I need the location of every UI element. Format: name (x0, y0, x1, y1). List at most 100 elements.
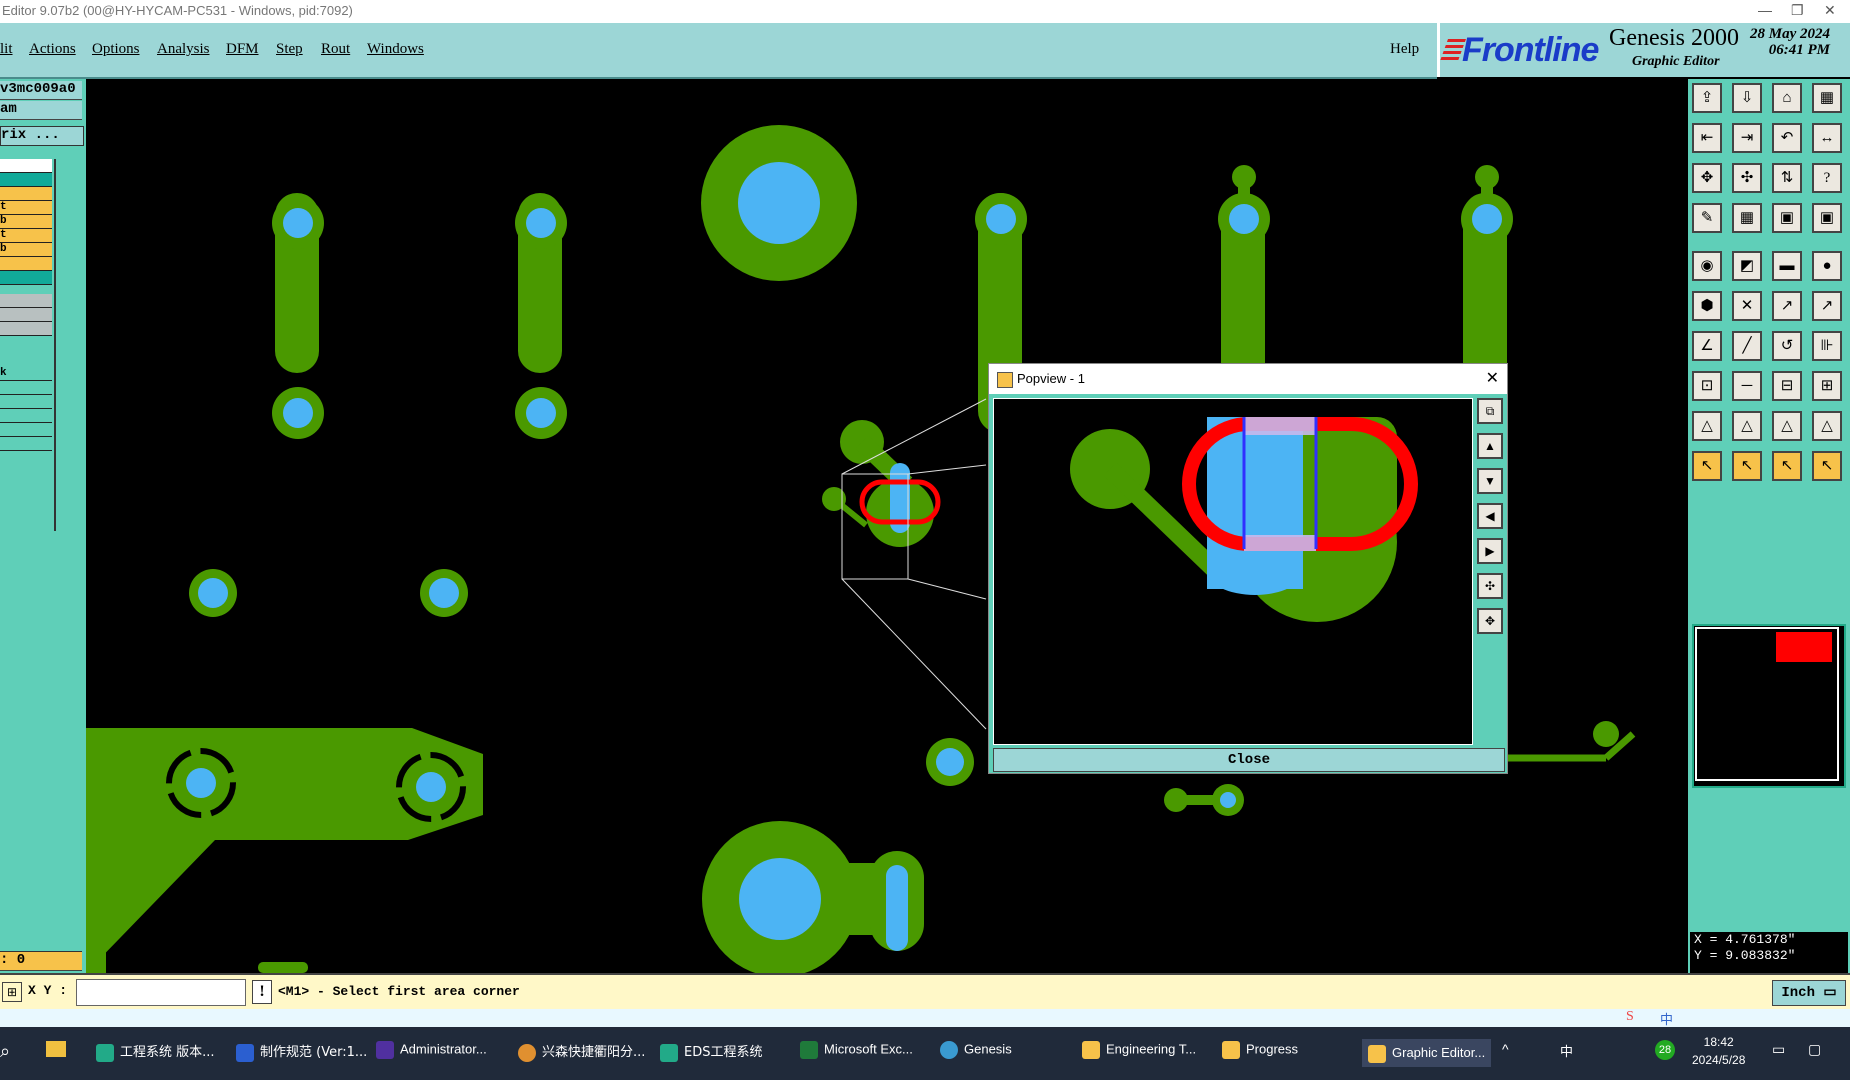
triangle-tool-icon[interactable]: △ (1692, 411, 1722, 441)
menu-windows[interactable]: Windows (367, 41, 424, 58)
layer-row[interactable]: t (0, 201, 52, 215)
pad-tool-icon[interactable]: ◉ (1692, 251, 1722, 281)
pointer-move-tool-icon[interactable]: ↖ (1772, 451, 1802, 481)
sogou-icon[interactable]: S (1626, 1009, 1634, 1025)
task-item-active[interactable]: Graphic Editor... (1362, 1039, 1492, 1067)
popview-window[interactable]: Popview - 1 ✕ ⧉ ▲ ▼ ◀ ▶ ✣ ✥ Close (988, 363, 1508, 774)
snap-tool-icon[interactable]: ▣ (1812, 203, 1842, 233)
dash-tool-icon[interactable]: ─ (1732, 371, 1762, 401)
task-item[interactable]: EDS工程系统 (660, 1041, 762, 1062)
layer-row[interactable]: k (0, 367, 52, 381)
tablet-mode-icon[interactable]: ▭ (1772, 1041, 1785, 1058)
pointer-select-tool-icon[interactable]: ↖ (1732, 451, 1762, 481)
pen-tool-icon[interactable]: ✎ (1692, 203, 1722, 233)
close-icon[interactable]: ✕ (1824, 2, 1836, 19)
layer-row[interactable]: b (0, 215, 52, 229)
ime-mode[interactable]: 中 (1660, 1009, 1673, 1028)
task-item[interactable]: Engineering T... (1082, 1041, 1196, 1059)
left-tool-icon[interactable]: ⇤ (1692, 123, 1722, 153)
grid-tool-icon[interactable]: ▦ (1732, 203, 1762, 233)
menu-edit[interactable]: lit (0, 41, 13, 58)
menu-help[interactable]: Help (1390, 41, 1419, 58)
task-item[interactable]: Administrator... (376, 1041, 487, 1059)
menu-dfm[interactable]: DFM (226, 41, 259, 58)
layer-row[interactable] (0, 271, 52, 285)
rotate-tool-icon[interactable]: ↺ (1772, 331, 1802, 361)
triangle-c-tool-icon[interactable]: △ (1812, 411, 1842, 441)
box-tool-icon[interactable]: ⊡ (1692, 371, 1722, 401)
top-view-tool-icon[interactable]: ⇪ (1692, 83, 1722, 113)
clock[interactable]: 18:42 2024/5/28 (1692, 1033, 1745, 1069)
matrix-button[interactable]: rix ... (0, 126, 84, 146)
pv-pan-left-button[interactable]: ◀ (1477, 503, 1503, 529)
line-tool-icon[interactable]: ▬ (1772, 251, 1802, 281)
search-icon[interactable]: ⌕ (0, 1041, 10, 1062)
fit-tool-icon[interactable]: ✥ (1692, 163, 1722, 193)
bottom-view-tool-icon[interactable]: ⇩ (1732, 83, 1762, 113)
measure-tool-icon[interactable]: ▣ (1772, 203, 1802, 233)
popview-title-bar[interactable]: Popview - 1 ✕ (989, 364, 1507, 394)
overview-minimap[interactable] (1692, 624, 1846, 788)
pv-pan-right-button[interactable]: ▶ (1477, 538, 1503, 564)
pv-pan-up-button[interactable]: ▲ (1477, 433, 1503, 459)
task-item[interactable]: 工程系统 版本... (96, 1041, 215, 1062)
split-tool-icon[interactable]: ⊟ (1772, 371, 1802, 401)
layout-tool-icon[interactable]: ▦ (1812, 83, 1842, 113)
popview-close-icon[interactable]: ✕ (1486, 364, 1499, 394)
pv-zoom-out-button[interactable]: ✥ (1477, 608, 1503, 634)
step-name[interactable]: am (0, 101, 82, 120)
net-tool-icon[interactable]: ⬢ (1692, 291, 1722, 321)
layer-row[interactable] (0, 423, 52, 437)
pointer-edit-tool-icon[interactable]: ↖ (1812, 451, 1842, 481)
restore-icon[interactable]: ❐ (1791, 2, 1804, 19)
layer-row[interactable]: t (0, 229, 52, 243)
pv-zoom-in-button[interactable]: ✣ (1477, 573, 1503, 599)
menu-options[interactable]: Options (92, 41, 140, 58)
task-item[interactable]: Progress (1222, 1041, 1298, 1059)
action-center-icon[interactable]: ▢ (1808, 1041, 1821, 1058)
popview-close-button[interactable]: Close (993, 748, 1505, 772)
triangle-b-tool-icon[interactable]: △ (1772, 411, 1802, 441)
layer-row[interactable] (0, 173, 52, 187)
arc-tool-icon[interactable]: ↗ (1772, 291, 1802, 321)
tray-chevron-icon[interactable]: ^ (1502, 1041, 1509, 1057)
right-tool-icon[interactable]: ⇥ (1732, 123, 1762, 153)
layer-row[interactable] (0, 322, 52, 336)
pv-zoom-fit-button[interactable]: ⧉ (1477, 398, 1503, 424)
xy-input[interactable] (76, 979, 246, 1006)
zoom-tool-icon[interactable]: ✣ (1732, 163, 1762, 193)
mirror-tool-icon[interactable]: ↔ (1812, 123, 1842, 153)
layer-row[interactable] (0, 257, 52, 271)
pointer-tool-icon[interactable]: ↖ (1692, 451, 1722, 481)
menu-actions[interactable]: Actions (29, 41, 76, 58)
task-item[interactable]: 制作规范 (Ver:1... (236, 1041, 367, 1062)
arrow-tool-icon[interactable]: ↗ (1812, 291, 1842, 321)
one-to-one-tool-icon[interactable]: ⇅ (1772, 163, 1802, 193)
task-item[interactable]: 兴森快捷衢阳分... (518, 1041, 645, 1062)
task-item[interactable]: Microsoft Exc... (800, 1041, 913, 1059)
merge-tool-icon[interactable]: ⊞ (1812, 371, 1842, 401)
job-name[interactable]: v3mc009a0 (0, 81, 82, 100)
minimize-icon[interactable]: — (1758, 2, 1772, 18)
alert-icon[interactable]: ! (252, 980, 272, 1004)
task-item[interactable]: Genesis (940, 1041, 1012, 1059)
circle-tool-icon[interactable]: ● (1812, 251, 1842, 281)
layer-row[interactable] (0, 381, 52, 395)
undo-view-tool-icon[interactable]: ↶ (1772, 123, 1802, 153)
delete-tool-icon[interactable]: ✕ (1732, 291, 1762, 321)
layer-row[interactable] (0, 308, 52, 322)
home-tool-icon[interactable]: ⌂ (1772, 83, 1802, 113)
select-area-tool-icon[interactable]: ◩ (1732, 251, 1762, 281)
layer-row[interactable]: b (0, 243, 52, 257)
angle-tool-icon[interactable]: ∠ (1692, 331, 1722, 361)
ime-indicator[interactable]: 中 (1560, 1041, 1573, 1060)
layer-row[interactable] (0, 294, 52, 308)
pv-pan-down-button[interactable]: ▼ (1477, 468, 1503, 494)
notification-badge[interactable]: 28 (1655, 1040, 1675, 1060)
menu-analysis[interactable]: Analysis (157, 41, 210, 58)
slash-tool-icon[interactable]: ╱ (1732, 331, 1762, 361)
layer-row[interactable] (0, 437, 52, 451)
layer-row[interactable] (0, 395, 52, 409)
menu-step[interactable]: Step (276, 41, 303, 58)
fence-tool-icon[interactable]: ⊪ (1812, 331, 1842, 361)
